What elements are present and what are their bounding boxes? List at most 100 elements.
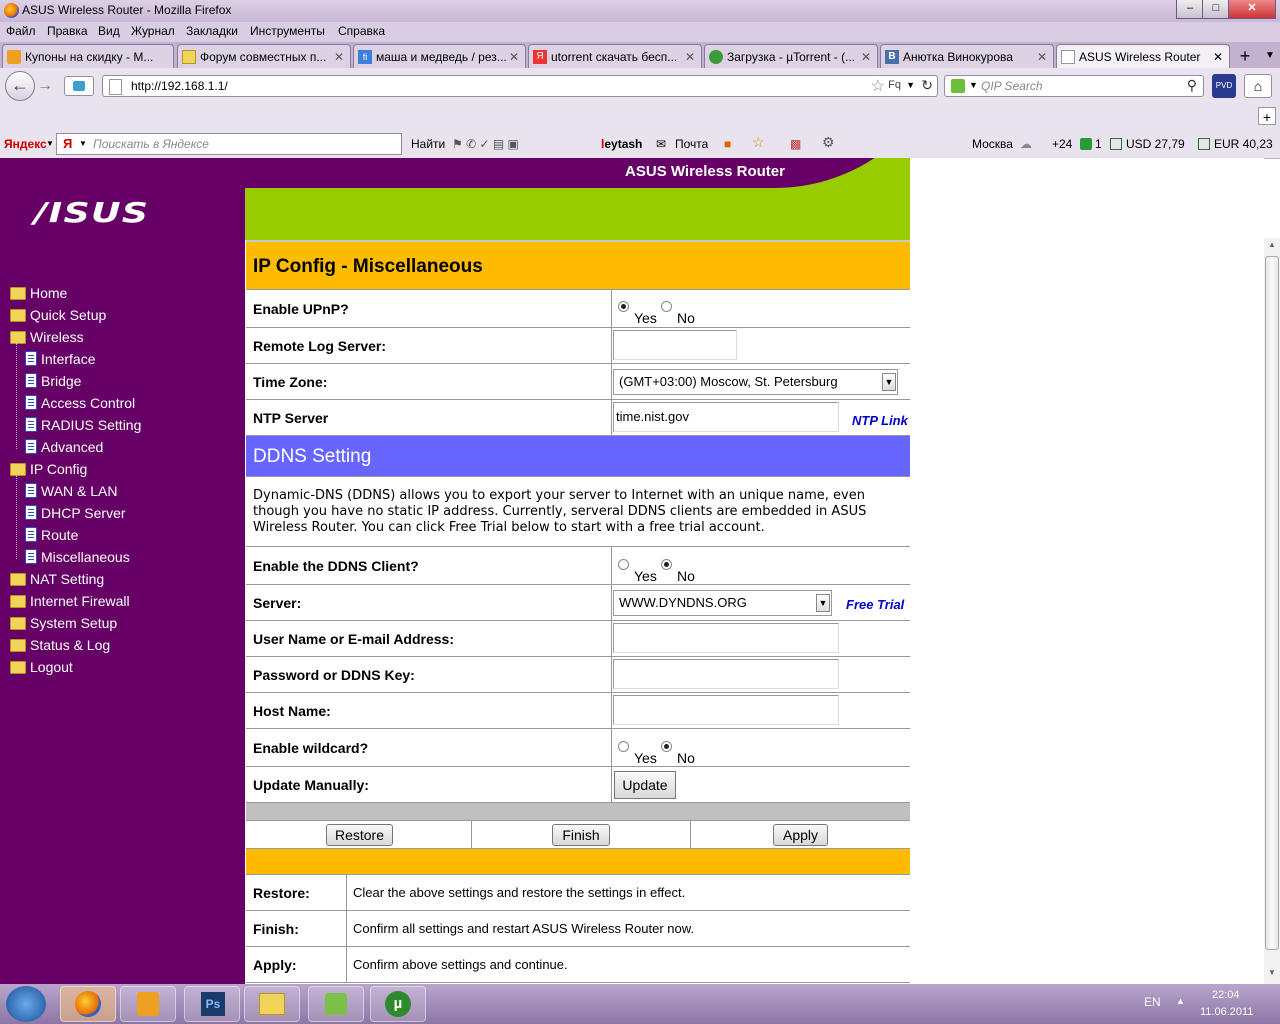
taskbar-photoshop[interactable]: Ps <box>184 986 240 1022</box>
menu-tools[interactable]: Инструменты <box>250 24 325 38</box>
add-toolbar-button[interactable]: + <box>1258 107 1276 125</box>
ntp-link[interactable]: NTP Link <box>852 413 908 428</box>
page-scrollbar[interactable]: ▲ ▼ <box>1264 238 1280 984</box>
scroll-up-icon[interactable]: ▲ <box>1266 240 1278 252</box>
finish-button[interactable]: Finish <box>552 824 610 846</box>
ddns-enable-row: Enable the DDNS Client? Yes No <box>246 547 910 585</box>
coupon-site-icon <box>7 50 21 64</box>
yandex-find-button[interactable]: Найти <box>411 137 445 151</box>
minimize-button[interactable]: – <box>1176 0 1204 19</box>
tools-icons[interactable]: ⚑ ✆ ✓ ▤ ▣ <box>452 137 519 151</box>
ddns-password-input[interactable] <box>613 659 839 689</box>
chart-icon <box>1198 138 1210 150</box>
menu-edit[interactable]: Правка <box>47 24 88 38</box>
close-tab-icon[interactable]: ✕ <box>1213 45 1223 68</box>
close-tab-icon[interactable]: ✕ <box>1037 45 1047 68</box>
pvd-icon[interactable]: PVD <box>1212 74 1236 98</box>
apply-button[interactable]: Apply <box>773 824 828 846</box>
search-bar[interactable]: ▼ QIP Search ⚲ <box>944 75 1204 97</box>
remote-log-input[interactable] <box>613 330 737 360</box>
wildcard-no-radio[interactable] <box>661 741 672 752</box>
language-indicator[interactable]: EN <box>1144 995 1161 1009</box>
asus-logo: /ISUS <box>34 196 150 229</box>
feed-icon[interactable]: Fq <box>888 79 901 91</box>
tab-list-icon[interactable]: ▼ <box>1262 46 1278 66</box>
new-tab-button[interactable]: + <box>1234 46 1256 66</box>
tray-expand-icon[interactable]: ▲ <box>1176 996 1185 1006</box>
yandex-logo[interactable]: Яндекс <box>4 137 47 151</box>
taskbar-firefox[interactable] <box>60 986 116 1022</box>
site-identity-button[interactable] <box>64 76 94 96</box>
weather-temp[interactable]: +24 <box>1052 137 1072 151</box>
document-icon <box>25 351 37 366</box>
forward-button[interactable]: → <box>37 77 55 95</box>
eur-rate[interactable]: EUR 40,23 <box>1214 137 1273 151</box>
mail-icon[interactable]: ✉ <box>656 137 666 151</box>
menu-help[interactable]: Справка <box>338 24 385 38</box>
settings-gear-icon[interactable]: ⚙ <box>822 134 835 151</box>
scroll-down-icon[interactable]: ▼ <box>1266 968 1278 980</box>
feed-reader-icon[interactable]: ■ <box>724 137 731 151</box>
brand-header: ASUS Wireless Router <box>245 158 910 240</box>
upnp-yes-radio[interactable] <box>618 301 629 312</box>
close-tab-icon[interactable]: ✕ <box>685 45 695 68</box>
tab-vk[interactable]: B Анютка Винокурова ✕ <box>880 44 1054 68</box>
url-text: http://192.168.1.1/ <box>131 79 228 93</box>
dropdown-arrow-icon[interactable]: ▼ <box>906 80 915 90</box>
menu-view[interactable]: Вид <box>98 24 120 38</box>
engine-dropdown-icon[interactable]: ▼ <box>969 80 978 90</box>
clock-date[interactable]: 11.06.2011 <box>1200 1006 1253 1018</box>
folder-icon <box>10 595 26 608</box>
close-tab-icon[interactable]: ✕ <box>509 45 519 68</box>
update-button[interactable]: Update <box>614 771 676 799</box>
scroll-thumb[interactable] <box>1265 256 1279 950</box>
taskbar-app[interactable] <box>308 986 364 1022</box>
tab-forum[interactable]: Форум совместных п... ✕ <box>177 44 351 68</box>
clock-time[interactable]: 22:04 <box>1212 989 1240 1001</box>
usd-rate[interactable]: USD 27,79 <box>1126 137 1185 151</box>
reload-icon[interactable]: ↻ <box>921 77 933 94</box>
home-button[interactable]: ⌂ <box>1244 74 1272 98</box>
traffic-count[interactable]: 1 <box>1095 137 1102 151</box>
document-icon <box>25 549 37 564</box>
close-tab-icon[interactable]: ✕ <box>334 45 344 68</box>
apps-icon[interactable]: ▩ <box>790 137 801 151</box>
wildcard-yes-radio[interactable] <box>618 741 629 752</box>
close-window-button[interactable]: ✕ <box>1228 0 1276 19</box>
yandex-search-input[interactable]: Я ▼ Поискать в Яндексе <box>56 133 402 155</box>
back-button[interactable]: ← <box>5 71 35 101</box>
tab-masha[interactable]: fi маша и медведь / рез... ✕ <box>353 44 526 68</box>
weather-city[interactable]: Москва <box>972 137 1013 151</box>
restore-button[interactable]: Restore <box>326 824 393 846</box>
ddns-hostname-input[interactable] <box>613 695 839 725</box>
search-icon[interactable]: ⚲ <box>1187 77 1197 94</box>
ntp-input[interactable]: time.nist.gov <box>613 402 839 432</box>
maximize-button[interactable]: □ <box>1202 0 1230 19</box>
upnp-no-radio[interactable] <box>661 301 672 312</box>
favorites-star-icon[interactable]: ☆ <box>752 134 765 151</box>
ddns-username-input[interactable] <box>613 623 839 653</box>
start-button[interactable] <box>6 986 46 1022</box>
tab-utorrent-download[interactable]: Загрузка - µTorrent - (... ✕ <box>704 44 878 68</box>
taskbar-explorer[interactable] <box>244 986 300 1022</box>
url-bar[interactable]: http://192.168.1.1/ ☆ Fq ▼ ↻ <box>102 75 938 97</box>
yandex-menu-dropdown-icon[interactable]: ▼ <box>46 139 54 148</box>
menu-history[interactable]: Журнал <box>131 24 175 38</box>
ddns-yes-radio[interactable] <box>618 559 629 570</box>
menu-bookmarks[interactable]: Закладки <box>186 24 238 38</box>
close-tab-icon[interactable]: ✕ <box>861 45 871 68</box>
free-trial-link[interactable]: Free Trial <box>846 597 904 612</box>
taskbar-media-player[interactable] <box>120 986 176 1022</box>
ddns-no-radio[interactable] <box>661 559 672 570</box>
utorrent-icon: µ <box>385 991 411 1017</box>
menu-file[interactable]: Файл <box>6 24 36 38</box>
mail-link[interactable]: Почта <box>675 137 708 151</box>
yandex-user[interactable]: lleytasheytash <box>601 137 642 151</box>
taskbar-utorrent[interactable]: µ <box>370 986 426 1022</box>
ddns-server-select[interactable]: WWW.DYNDNS.ORG ▼ <box>613 590 832 616</box>
tab-utorrent-search[interactable]: Я utorrent скачать бесп... ✕ <box>528 44 702 68</box>
tab-coupons[interactable]: Купоны на скидку - М... <box>2 44 174 68</box>
bookmark-star-icon[interactable]: ☆ <box>871 76 885 96</box>
timezone-select[interactable]: (GMT+03:00) Moscow, St. Petersburg ▼ <box>613 369 898 395</box>
tab-asus-router[interactable]: ASUS Wireless Router ✕ <box>1056 44 1230 68</box>
